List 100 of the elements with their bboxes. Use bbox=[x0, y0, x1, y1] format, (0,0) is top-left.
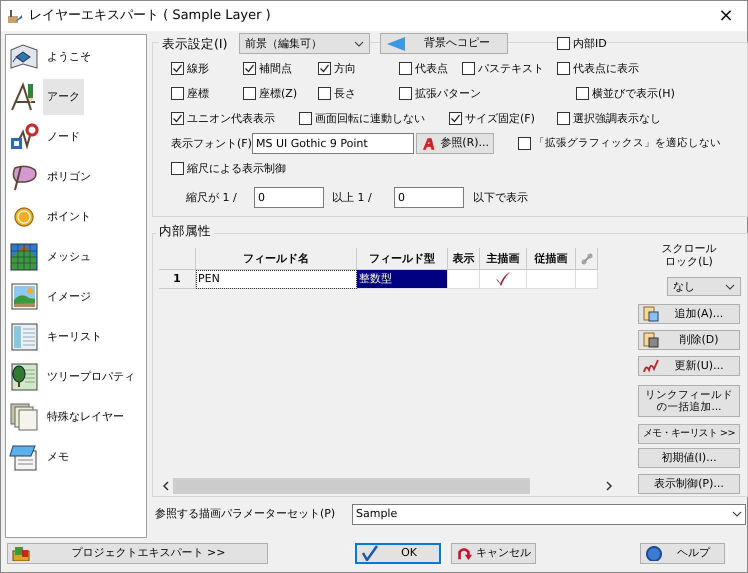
project-icon bbox=[12, 545, 30, 561]
checkbox[interactable] bbox=[171, 112, 184, 125]
checkbox[interactable] bbox=[299, 112, 312, 125]
browse-button[interactable]: 参照(R)... bbox=[416, 133, 494, 154]
sidebar-item[interactable]: ポリゴン bbox=[43, 159, 95, 195]
field-label: 以下で表示 bbox=[473, 190, 528, 204]
parameter-set-dropdown[interactable]: Sample bbox=[352, 504, 746, 524]
checkbox[interactable] bbox=[243, 87, 256, 100]
checkbox-label: 線形 bbox=[187, 62, 209, 76]
field-label: 以上 1 / bbox=[332, 190, 373, 204]
list-icon bbox=[9, 322, 39, 352]
text-field[interactable]: MS UI Gothic 9 Point bbox=[252, 133, 414, 154]
action-button[interactable]: リンクフィールドの一括追加... bbox=[638, 385, 740, 417]
sidebar-item[interactable]: アーク bbox=[43, 79, 84, 115]
undo-icon bbox=[456, 545, 472, 561]
scrollbar-thumb[interactable] bbox=[173, 478, 530, 494]
left-arrow-icon bbox=[385, 36, 407, 52]
chevron-down-icon bbox=[732, 511, 742, 517]
checkbox-label: 座標 bbox=[187, 86, 209, 100]
checkbox-label: サイズ固定(F) bbox=[465, 112, 535, 126]
checkbox-label: 選択強調表示なし bbox=[573, 112, 661, 126]
column-header[interactable]: 主描画 bbox=[480, 248, 527, 270]
node-icon bbox=[9, 122, 39, 152]
table-cell[interactable]: PEN bbox=[196, 270, 357, 289]
scroll-lock-dropdown[interactable]: なし bbox=[667, 277, 741, 296]
checkmark-icon bbox=[361, 545, 379, 561]
checkbox[interactable] bbox=[462, 62, 475, 75]
tree-icon bbox=[9, 362, 39, 392]
checkbox[interactable] bbox=[171, 87, 184, 100]
checkbox[interactable] bbox=[449, 112, 462, 125]
checkbox-label: パステキスト bbox=[478, 62, 544, 76]
field-label: 縮尺が 1 / bbox=[186, 190, 238, 204]
mode-dropdown[interactable]: 前景（編集可） bbox=[239, 33, 370, 54]
font-icon bbox=[421, 136, 436, 152]
action-button[interactable]: 削除(D) bbox=[638, 330, 740, 350]
checkbox-label: ユニオン代表表示 bbox=[187, 112, 275, 126]
checkbox-label: 方向 bbox=[334, 62, 356, 76]
checkbox-label: 拡張パターン bbox=[415, 86, 481, 100]
action-button[interactable]: 更新(U)... bbox=[638, 356, 740, 376]
app-icon bbox=[7, 8, 23, 24]
checkbox[interactable] bbox=[518, 137, 531, 150]
checkbox[interactable] bbox=[576, 87, 589, 100]
table-cell[interactable] bbox=[448, 270, 480, 289]
link-icon bbox=[580, 252, 592, 264]
checkbox[interactable] bbox=[318, 62, 331, 75]
sidebar-item[interactable]: メモ bbox=[43, 439, 73, 475]
checkbox[interactable] bbox=[318, 87, 331, 100]
checkbox[interactable] bbox=[171, 162, 184, 175]
sidebar-item[interactable]: メッシュ bbox=[43, 239, 95, 275]
checkbox-label: 横並びで表示(H) bbox=[592, 86, 675, 100]
sidebar-item[interactable]: ようこそ bbox=[43, 39, 95, 75]
chevron-down-icon bbox=[725, 284, 735, 290]
landscape-icon bbox=[9, 282, 39, 312]
checkbox-label: 画面回転に連動しない bbox=[315, 112, 425, 126]
footer-button[interactable]: プロジェクトエキスパート >> bbox=[7, 542, 268, 564]
column-header[interactable]: 従描画 bbox=[527, 248, 576, 270]
field-label: 表示フォント(F) bbox=[171, 136, 252, 150]
checkbox-label: 座標(Z) bbox=[259, 86, 298, 100]
group-title: 内部属性 bbox=[156, 222, 214, 238]
footer-button[interactable]: キャンセル bbox=[451, 542, 536, 564]
stacked-sheets-icon bbox=[9, 402, 39, 432]
row-number: 1 bbox=[159, 270, 196, 289]
action-button[interactable]: メモ・キーリスト >> bbox=[638, 424, 740, 444]
column-header[interactable]: フィールド名 bbox=[196, 248, 357, 270]
table-cell[interactable]: 整数型 bbox=[357, 270, 448, 289]
text-field[interactable]: 0 bbox=[394, 187, 464, 208]
sidebar-item[interactable]: イメージ bbox=[43, 279, 95, 315]
checkbox[interactable] bbox=[171, 62, 184, 75]
close-button[interactable]: × bbox=[711, 5, 741, 27]
chevron-down-icon bbox=[354, 40, 364, 46]
copy-button[interactable]: 背景へコピー bbox=[380, 33, 508, 54]
column-header[interactable]: 表示 bbox=[448, 248, 480, 270]
footer-button[interactable]: ヘルプ bbox=[640, 542, 725, 564]
checkbox[interactable] bbox=[557, 62, 570, 75]
column-header[interactable]: フィールド型 bbox=[357, 248, 448, 270]
action-button[interactable]: 表示制御(P)... bbox=[638, 474, 740, 494]
sidebar-item[interactable]: ポイント bbox=[43, 199, 95, 235]
checkbox-label: 内部ID bbox=[573, 36, 607, 50]
action-button[interactable]: 追加(A)... bbox=[638, 304, 740, 324]
table-cell[interactable] bbox=[576, 270, 598, 289]
text-field[interactable]: 0 bbox=[254, 187, 324, 208]
action-button[interactable]: 初期値(I)... bbox=[638, 448, 740, 468]
footer-button[interactable]: OK bbox=[355, 542, 441, 564]
checkbox-label: 「拡張グラフィックス」を適応しない bbox=[534, 137, 721, 150]
add-icon bbox=[643, 306, 659, 322]
sidebar-item[interactable]: ノード bbox=[43, 119, 84, 155]
table-cell[interactable] bbox=[480, 270, 527, 289]
checkbox[interactable] bbox=[557, 112, 570, 125]
checkbox[interactable] bbox=[399, 62, 412, 75]
group-title: 表示設定(I) bbox=[159, 36, 239, 51]
checkbox-label: 縮尺による表示制御 bbox=[187, 162, 286, 176]
sidebar-item[interactable]: キーリスト bbox=[43, 319, 106, 355]
scroll-lock-label: スクロール ロック(L) bbox=[662, 242, 716, 268]
sidebar-item[interactable]: 特殊なレイヤー bbox=[43, 399, 128, 435]
checkbox[interactable] bbox=[557, 37, 570, 50]
checkbox[interactable] bbox=[399, 87, 412, 100]
table-cell[interactable] bbox=[527, 270, 576, 289]
checkbox[interactable] bbox=[243, 62, 256, 75]
sidebar-item[interactable]: ツリープロパティ bbox=[43, 359, 139, 395]
checkbox-label: 代表点 bbox=[415, 62, 448, 76]
